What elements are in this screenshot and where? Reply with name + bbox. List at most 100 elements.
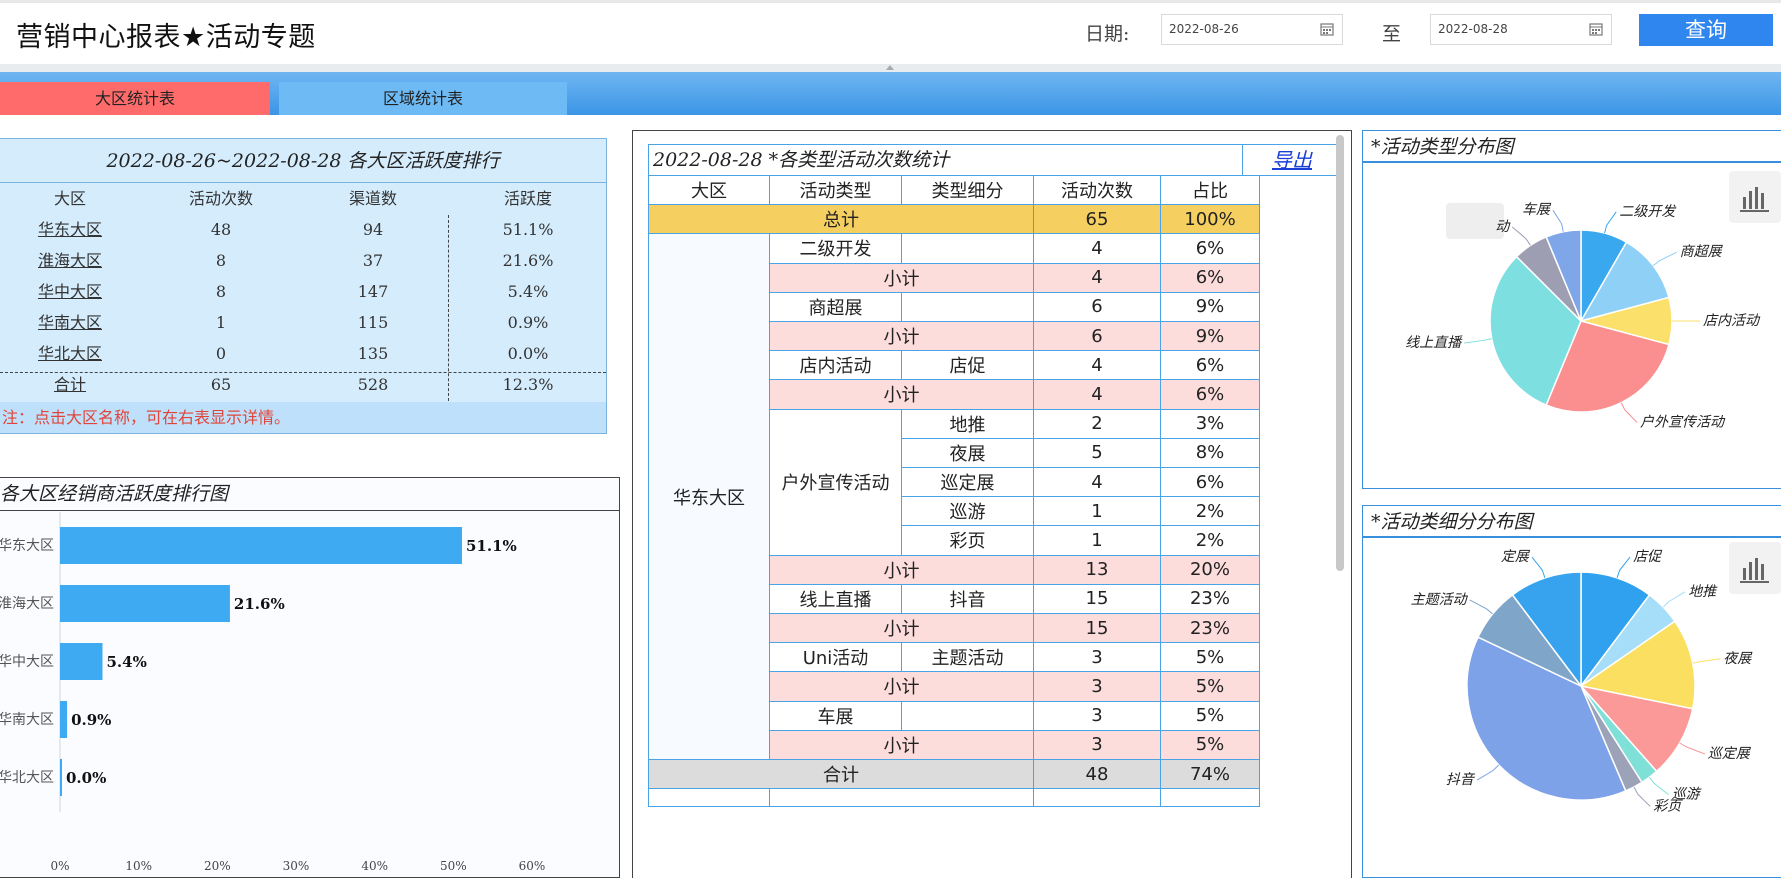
count-cell: 6 xyxy=(1034,292,1161,322)
calendar-icon[interactable] xyxy=(1320,22,1334,36)
row-activity: 0.9% xyxy=(507,313,549,332)
bar-value-label: 0.9% xyxy=(71,711,111,729)
subtotal-ratio: 9% xyxy=(1161,322,1260,352)
grand-total-count: 65 xyxy=(1034,205,1161,235)
next-row-cell xyxy=(1034,789,1161,807)
count-cell: 3 xyxy=(1034,643,1161,673)
pie-slice-label: 店内活动 xyxy=(1703,313,1761,329)
bar-category-label: 华北大区 xyxy=(0,770,54,786)
pie-label-line xyxy=(1476,764,1500,781)
x-tick-label: 20% xyxy=(204,859,231,873)
pie-label-line xyxy=(1679,742,1705,755)
calendar-icon[interactable] xyxy=(1589,22,1603,36)
ranking-row: 华南大区 1 115 0.9% xyxy=(0,307,606,338)
region-link[interactable]: 华北大区 xyxy=(0,338,140,369)
subtype-cell: 巡定展 xyxy=(902,468,1034,498)
bar-3 xyxy=(60,701,68,738)
region-link[interactable]: 华东大区 xyxy=(0,214,140,245)
bar-category-label: 淮海大区 xyxy=(0,596,54,612)
total-channels: 528 xyxy=(357,375,389,394)
count-cell: 15 xyxy=(1034,584,1161,614)
row-activity: 51.1% xyxy=(502,220,554,239)
subtype-cell: 店促 xyxy=(902,351,1034,381)
pie-slice-label: 二级开发 xyxy=(1619,204,1677,220)
region-total-label: 合计 xyxy=(648,760,1034,790)
region-link[interactable]: 华中大区 xyxy=(0,276,140,307)
tab-area-stats[interactable]: 区域统计表 xyxy=(279,82,567,115)
region-cell: 华东大区 xyxy=(648,234,770,760)
pie-slice-label: 商超展 xyxy=(1680,244,1724,260)
row-count: 48 xyxy=(210,220,232,239)
region-link[interactable]: 淮海大区 xyxy=(0,245,140,276)
pie-slice-label: 店促 xyxy=(1633,549,1663,565)
subtotal-ratio: 6% xyxy=(1161,380,1260,410)
ratio-cell: 23% xyxy=(1161,584,1260,614)
page-title: 营销中心报表★活动专题 xyxy=(16,22,316,53)
pie-slice-label: 抖音 xyxy=(1446,772,1476,788)
count-cell: 2 xyxy=(1034,409,1161,439)
region-total-count: 48 xyxy=(1034,760,1161,790)
bar-category-label: 华中大区 xyxy=(0,654,54,670)
subtotal-count: 4 xyxy=(1034,263,1161,293)
header-count: 活动次数 xyxy=(188,189,253,208)
subtotal-label: 小计 xyxy=(770,555,1034,585)
pie-label-line xyxy=(1633,786,1651,807)
next-row-cell xyxy=(770,789,1034,807)
region-link[interactable]: 华南大区 xyxy=(0,307,140,338)
activity-stats-panel: 2022-08-28 *各类型活动次数统计 导出 大区 活动类型 类型细分 活动次数占… xyxy=(632,130,1352,878)
pie-label-line xyxy=(1662,591,1686,608)
grip-icon[interactable] xyxy=(886,65,894,70)
pie-label-line xyxy=(1511,226,1531,246)
start-date-input[interactable]: 2022-08-26 xyxy=(1161,14,1343,45)
subtotal-count: 13 xyxy=(1034,555,1161,585)
stats-header: 活动次数 xyxy=(1034,176,1161,206)
count-cell: 1 xyxy=(1034,497,1161,527)
ratio-cell: 6% xyxy=(1161,468,1260,498)
ranking-rows: 华东大区 48 94 51.1% 淮海大区 8 37 21.6% 华中大区 8 147 5.4% 华南大… xyxy=(0,214,606,369)
pie-label-line xyxy=(1464,338,1492,344)
pie-subtype-title: *活动类细分分布图 xyxy=(1363,506,1781,538)
activity-type-pie-panel: *活动类型分布图 二级开发 商超展 店内活动 户外宣传活动 线上直播 动车展 xyxy=(1362,130,1781,489)
activity-type-cell: 二级开发 xyxy=(770,234,902,264)
header-region: 大区 xyxy=(53,189,86,208)
ratio-cell: 5% xyxy=(1161,643,1260,673)
ratio-cell: 9% xyxy=(1161,292,1260,322)
row-count: 0 xyxy=(215,344,227,363)
subtotal-ratio: 5% xyxy=(1161,730,1260,760)
activity-subtype-pie-panel: *活动类细分分布图 店促 地推 夜展 巡定展 巡游 彩页 抖音 主题活动 定展 xyxy=(1362,505,1781,878)
bar-category-label: 华南大区 xyxy=(0,712,54,728)
x-tick-label: 60% xyxy=(519,859,546,873)
subtotal-label: 小计 xyxy=(770,730,1034,760)
total-region-link[interactable]: 合计 xyxy=(0,369,140,400)
pie-label-line xyxy=(1692,658,1721,664)
total-count: 65 xyxy=(210,375,232,394)
bar-4 xyxy=(60,759,62,796)
pie-slice-label: 主题活动 xyxy=(1411,592,1469,608)
row-count: 1 xyxy=(215,313,227,332)
pie-slice-label: 定展 xyxy=(1501,549,1531,565)
subtotal-ratio: 20% xyxy=(1161,555,1260,585)
end-date-input[interactable]: 2022-08-28 xyxy=(1430,14,1612,45)
export-link[interactable]: 导出 xyxy=(1243,144,1342,176)
subtotal-count: 4 xyxy=(1034,380,1161,410)
subtype-cell: 抖音 xyxy=(902,584,1034,614)
date-label: 日期: xyxy=(1085,23,1130,45)
activity-bar-chart: 华东大区 51.1% 淮海大区 21.6% 华中大区 5.4% 华南大区 0.9% 华北大区 0.… xyxy=(0,512,546,873)
top-bar: 营销中心报表★活动专题 日期: 2022-08-26 至 2022-08-28 … xyxy=(0,0,1781,64)
query-button[interactable]: 查询 xyxy=(1639,14,1773,46)
tab-region-stats[interactable]: 大区统计表 xyxy=(0,82,270,115)
subtotal-ratio: 23% xyxy=(1161,614,1260,644)
ratio-cell: 2% xyxy=(1161,497,1260,527)
pie-slice-label: 户外宣传活动 xyxy=(1640,414,1726,430)
activity-type-cell: 车展 xyxy=(770,701,902,731)
app-root: 营销中心报表★活动专题 日期: 2022-08-26 至 2022-08-28 … xyxy=(0,0,1781,878)
grand-total-ratio: 100% xyxy=(1161,205,1260,235)
ranking-total-row: 合计 65 528 12.3% xyxy=(0,369,606,400)
subtype-cell: 夜展 xyxy=(902,438,1034,468)
dashed-column-divider xyxy=(448,215,449,401)
subtype-cell xyxy=(902,701,1034,731)
table-scrollbar[interactable] xyxy=(1336,135,1344,571)
header-channels: 渠道数 xyxy=(348,189,397,208)
ranking-row: 华中大区 8 147 5.4% xyxy=(0,276,606,307)
grand-total-label: 总计 xyxy=(648,205,1034,235)
